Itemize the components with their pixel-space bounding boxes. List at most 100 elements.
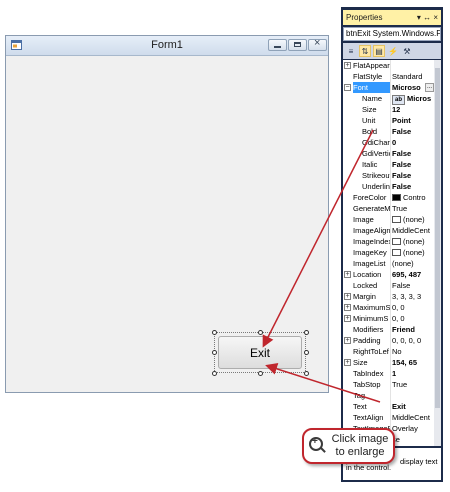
property-row[interactable]: Text Exit [343, 401, 434, 412]
resize-handle[interactable] [303, 370, 309, 376]
property-value[interactable]: MiddleCent [392, 225, 434, 236]
property-pages-wrench-icon[interactable]: ⚒ [401, 45, 413, 57]
property-value[interactable]: True [392, 203, 434, 214]
property-value[interactable]: Friend [392, 324, 434, 335]
minimize-button[interactable] [268, 39, 287, 51]
property-row[interactable]: ForeColor Contro [343, 192, 434, 203]
alphabetical-icon[interactable]: ⇅ [359, 45, 371, 57]
property-value[interactable]: False [392, 181, 434, 192]
property-row[interactable]: + FlatAppear [343, 60, 434, 71]
property-name: ImageKey [353, 247, 391, 258]
property-value[interactable]: 3, 3, 3, 3 [392, 291, 434, 302]
resize-handle[interactable] [211, 350, 217, 355]
properties-titlebar[interactable]: Properties ▾ ↔ × [343, 10, 441, 25]
form-titlebar[interactable]: Form1 [6, 36, 328, 56]
property-value[interactable]: Exit [392, 401, 434, 412]
resize-handle[interactable] [303, 329, 309, 335]
property-row[interactable]: Name ab Micros [343, 93, 434, 105]
categorized-icon[interactable]: ≡ [345, 45, 357, 57]
property-row[interactable]: Tag [343, 390, 434, 401]
property-row[interactable]: TabIndex 1 [343, 368, 434, 379]
maximize-button[interactable] [288, 39, 307, 51]
property-grid-scrollbar[interactable] [434, 60, 441, 446]
property-row[interactable]: GenerateM True [343, 203, 434, 214]
property-row[interactable]: Strikeout False [343, 170, 434, 181]
property-name: MinimumS [353, 313, 391, 324]
property-value[interactable]: False [392, 148, 434, 159]
expand-icon[interactable]: + [344, 293, 351, 300]
property-row[interactable]: Italic False [343, 159, 434, 170]
property-value[interactable]: Point [392, 115, 434, 126]
property-value[interactable]: MiddleCent [392, 412, 434, 423]
expand-icon[interactable]: + [344, 315, 351, 322]
expand-icon[interactable]: + [344, 62, 351, 69]
property-row[interactable]: Image (none) [343, 214, 434, 225]
property-row[interactable]: TabStop True [343, 379, 434, 390]
scrollbar-thumb[interactable] [435, 68, 440, 408]
property-row[interactable]: Modifiers Friend [343, 324, 434, 335]
property-value[interactable]: Standard [392, 71, 434, 82]
property-value[interactable]: False [392, 126, 434, 137]
property-row[interactable]: + MaximumS 0, 0 [343, 302, 434, 313]
property-value[interactable]: 0, 0 [392, 302, 434, 313]
property-row[interactable]: Underlin False [343, 181, 434, 192]
property-value[interactable]: 0, 0 [392, 313, 434, 324]
property-row[interactable]: + Margin 3, 3, 3, 3 [343, 291, 434, 302]
property-value[interactable]: 12 [392, 104, 434, 115]
expand-icon[interactable]: + [344, 271, 351, 278]
property-value[interactable]: False [392, 280, 434, 291]
property-row[interactable]: ImageKey (none) [343, 247, 434, 258]
property-value[interactable]: se [392, 434, 434, 445]
click-to-enlarge-badge[interactable]: Click image to enlarge [302, 428, 395, 464]
property-row[interactable]: + Size 154, 65 [343, 357, 434, 368]
property-value[interactable]: 695, 487 [392, 269, 434, 280]
property-value[interactable]: False [392, 159, 434, 170]
property-value[interactable]: 1 [392, 368, 434, 379]
property-row[interactable]: ImageAlign MiddleCent [343, 225, 434, 236]
property-row[interactable]: + MinimumS 0, 0 [343, 313, 434, 324]
property-row[interactable]: Unit Point [343, 115, 434, 126]
property-value[interactable]: 0, 0, 0, 0 [392, 335, 434, 346]
property-value[interactable]: Contro [392, 192, 434, 203]
property-value[interactable]: False [392, 170, 434, 181]
expand-icon[interactable]: + [344, 337, 351, 344]
property-value[interactable]: (none) [392, 258, 434, 269]
resize-handle[interactable] [257, 370, 263, 376]
font-dialog-ellipsis-button[interactable]: ... [425, 83, 434, 92]
property-value[interactable]: 0 [392, 137, 434, 148]
property-row[interactable]: Bold False [343, 126, 434, 137]
property-row[interactable]: + Location 695, 487 [343, 269, 434, 280]
resize-handle[interactable] [303, 350, 309, 355]
properties-view-icon[interactable]: ▤ [373, 45, 385, 57]
expand-icon[interactable]: + [344, 304, 351, 311]
property-row[interactable]: RightToLef No [343, 346, 434, 357]
close-button[interactable] [308, 37, 327, 51]
pin-close-icons[interactable]: ▾ ↔ × [417, 10, 438, 25]
property-value[interactable]: (none) [392, 236, 434, 247]
object-selector-dropdown[interactable]: btnExit System.Windows.F [343, 27, 441, 41]
exit-button[interactable]: Exit [218, 336, 302, 369]
collapse-icon[interactable]: − [344, 84, 351, 91]
property-row[interactable]: Size 12 [343, 104, 434, 115]
property-value[interactable]: (none) [392, 214, 434, 225]
property-row[interactable]: ImageList (none) [343, 258, 434, 269]
property-value[interactable]: No [392, 346, 434, 357]
expand-icon[interactable]: + [344, 359, 351, 366]
property-row[interactable]: GdiVertic False [343, 148, 434, 159]
property-row[interactable]: + Padding 0, 0, 0, 0 [343, 335, 434, 346]
resize-handle[interactable] [211, 370, 217, 376]
property-value-text: 0 [392, 138, 397, 147]
property-value[interactable]: Overlay [392, 423, 434, 434]
property-value[interactable]: 154, 65 [392, 357, 434, 368]
property-value[interactable]: (none) [392, 247, 434, 258]
property-row[interactable]: ImageIndex (none) [343, 236, 434, 247]
property-row[interactable]: FlatStyle Standard [343, 71, 434, 82]
resize-handle[interactable] [257, 329, 263, 335]
events-lightning-icon[interactable]: ⚡ [387, 45, 399, 57]
property-value[interactable]: True [392, 379, 434, 390]
property-row[interactable]: GdiChar 0 [343, 137, 434, 148]
property-row[interactable]: TextAlign MiddleCent [343, 412, 434, 423]
resize-handle[interactable] [211, 329, 217, 335]
property-row[interactable]: − Font Microso... [343, 82, 434, 93]
property-row[interactable]: Locked False [343, 280, 434, 291]
